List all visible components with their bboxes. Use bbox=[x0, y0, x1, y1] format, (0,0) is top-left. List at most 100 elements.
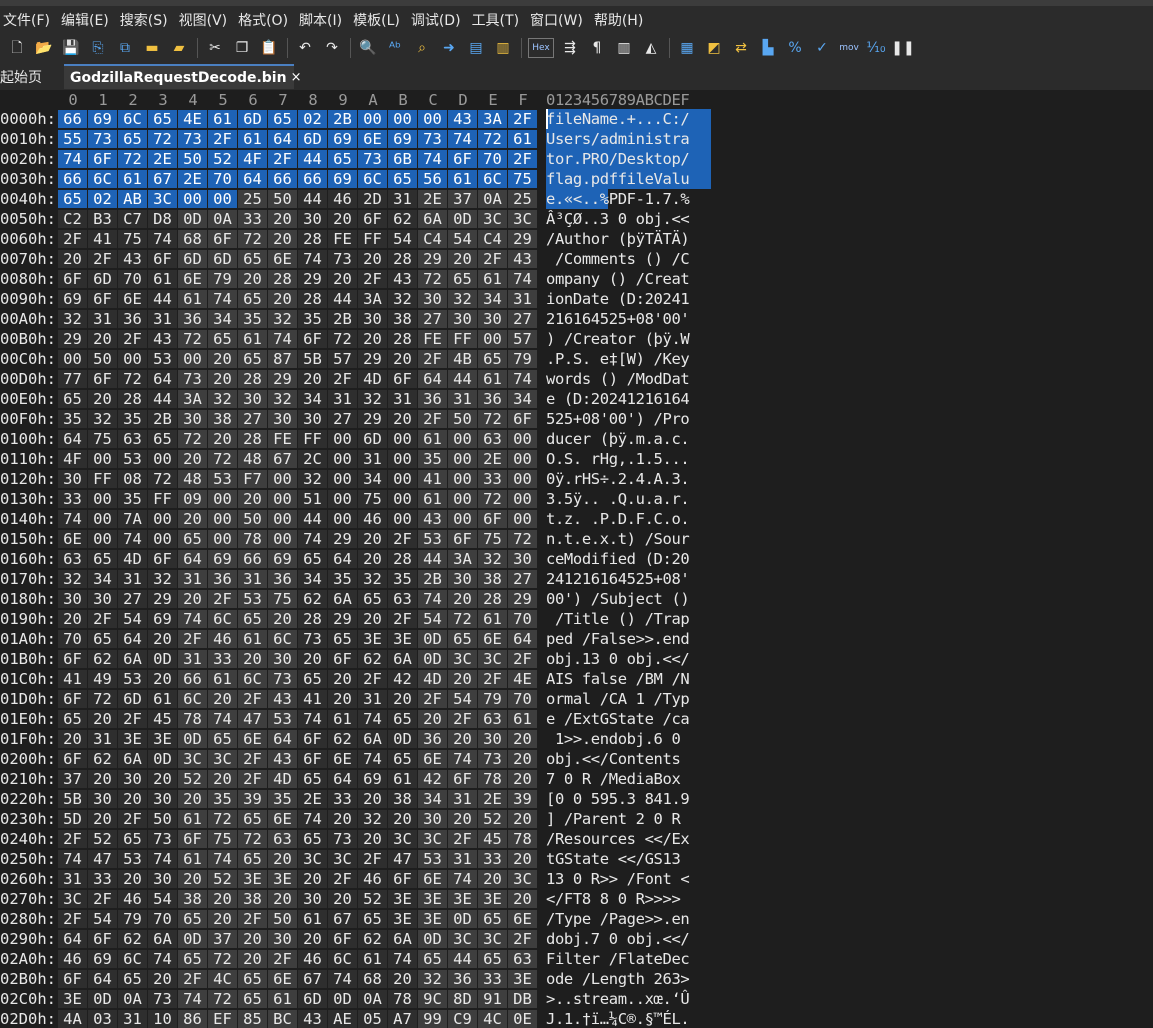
hex-byte[interactable]: 73 bbox=[298, 630, 327, 648]
hex-byte[interactable]: 61 bbox=[448, 170, 477, 188]
hex-byte[interactable]: 30 bbox=[148, 870, 177, 888]
hex-byte[interactable]: 63 bbox=[118, 430, 147, 448]
hex-byte[interactable]: 6F bbox=[148, 250, 177, 268]
hex-byte[interactable]: 67 bbox=[298, 970, 327, 988]
hex-row[interactable]: 0070h: 20 2F 43 6F 6D 6D 65 6E 74 73 20 28 29 20 2F 43 /… bbox=[0, 249, 1153, 269]
hex-byte[interactable]: 6F bbox=[328, 930, 357, 948]
redo-icon[interactable]: ↷ bbox=[321, 37, 343, 59]
ascii-text[interactable]: O.S. rHg,.1.5... bbox=[546, 449, 711, 469]
hex-byte[interactable]: 9C bbox=[418, 990, 447, 1008]
tab-start-page[interactable]: 起始页 bbox=[0, 64, 42, 89]
hex-byte[interactable]: 65 bbox=[148, 110, 177, 128]
hex-byte[interactable]: 6A bbox=[388, 650, 417, 668]
ascii-text[interactable]: 525+08'00') /Pro bbox=[546, 409, 711, 429]
hex-byte[interactable]: 20 bbox=[148, 630, 177, 648]
hex-byte[interactable]: 49 bbox=[88, 670, 117, 688]
hex-byte[interactable]: 30 bbox=[58, 590, 87, 608]
hex-row[interactable]: 0270h: 3C 2F 46 54 38 20 38 20 30 20 52 3E 3E 3E 3E 20 </… bbox=[0, 889, 1153, 909]
hex-byte[interactable]: 65 bbox=[88, 550, 117, 568]
hex-byte[interactable]: 36 bbox=[118, 310, 147, 328]
hex-byte[interactable]: 5D bbox=[58, 810, 87, 828]
hex-byte[interactable]: 00 bbox=[388, 430, 417, 448]
hex-row[interactable]: 02C0h: 3E 0D 0A 73 74 72 65 61 6D 0D 0A 78 9C 8D 91 DB >.… bbox=[0, 989, 1153, 1009]
percent-icon[interactable]: % bbox=[784, 37, 806, 59]
hex-byte[interactable]: 29 bbox=[418, 250, 447, 268]
hex-byte[interactable]: 43 bbox=[298, 1010, 327, 1028]
menu-item-6[interactable]: 模板(L) bbox=[350, 10, 408, 30]
hex-byte[interactable]: 74 bbox=[208, 850, 237, 868]
hex-byte[interactable]: 64 bbox=[328, 770, 357, 788]
hex-byte[interactable]: 69 bbox=[148, 610, 177, 628]
hex-row[interactable]: 0200h: 6F 62 6A 0D 3C 3C 2F 43 6F 6E 74 65 6E 74 73 20 ob… bbox=[0, 749, 1153, 769]
hex-byte[interactable]: 69 bbox=[208, 550, 237, 568]
hex-byte[interactable]: 74 bbox=[358, 750, 387, 768]
hex-byte[interactable]: 65 bbox=[268, 110, 297, 128]
hex-byte[interactable]: 65 bbox=[238, 990, 267, 1008]
hex-byte[interactable]: 50 bbox=[238, 510, 267, 528]
replace-icon[interactable]: ᴬᵇ bbox=[384, 37, 406, 59]
hex-byte[interactable]: 20 bbox=[448, 250, 477, 268]
hex-byte[interactable]: 74 bbox=[208, 290, 237, 308]
hex-byte[interactable]: 29 bbox=[148, 590, 177, 608]
ascii-text[interactable]: </FT8 8 0 R>>>> bbox=[546, 889, 711, 909]
ascii-text[interactable]: >..stream..xœ.‘Û bbox=[546, 989, 711, 1009]
hex-byte[interactable]: 72 bbox=[418, 270, 447, 288]
hex-byte[interactable]: 3C bbox=[418, 830, 447, 848]
hex-byte[interactable]: 30 bbox=[298, 410, 327, 428]
hex-byte[interactable]: 00 bbox=[508, 510, 537, 528]
hex-byte[interactable]: 20 bbox=[148, 670, 177, 688]
hex-byte[interactable]: 00 bbox=[508, 470, 537, 488]
hex-byte[interactable]: 36 bbox=[208, 570, 237, 588]
hex-byte[interactable]: 6F bbox=[88, 370, 117, 388]
hex-byte[interactable]: 2D bbox=[358, 190, 387, 208]
hex-byte[interactable]: 31 bbox=[358, 450, 387, 468]
hex-byte[interactable]: 32 bbox=[88, 410, 117, 428]
hex-row[interactable]: 0150h: 6E 00 74 00 65 00 78 00 74 29 20 2F 53 6F 75 72 n.… bbox=[0, 529, 1153, 549]
hex-byte[interactable]: 62 bbox=[118, 930, 147, 948]
hex-byte[interactable]: 30 bbox=[298, 890, 327, 908]
hex-byte[interactable]: 2F bbox=[238, 770, 267, 788]
hex-row[interactable]: 0250h: 74 47 53 74 61 74 65 20 3C 3C 2F 47 53 31 33 20 tG… bbox=[0, 849, 1153, 869]
hex-byte[interactable]: 0D bbox=[178, 930, 207, 948]
hex-byte[interactable]: 31 bbox=[178, 650, 207, 668]
folder-icon[interactable]: ▬ bbox=[141, 37, 163, 59]
hex-byte[interactable]: 3C bbox=[178, 750, 207, 768]
hex-byte[interactable]: 2F bbox=[178, 630, 207, 648]
hex-byte[interactable]: 20 bbox=[268, 230, 297, 248]
hex-byte[interactable]: 65 bbox=[208, 730, 237, 748]
hex-byte[interactable]: 66 bbox=[238, 550, 267, 568]
hex-byte[interactable]: 69 bbox=[388, 130, 417, 148]
hex-byte[interactable]: 3E bbox=[388, 890, 417, 908]
hex-byte[interactable]: 72 bbox=[238, 830, 267, 848]
menu-item-3[interactable]: 视图(V) bbox=[176, 10, 236, 30]
hex-row[interactable]: 0120h: 30 FF 08 72 48 53 F7 00 32 00 34 00 41 00 33 00 0ÿ… bbox=[0, 469, 1153, 489]
menu-item-8[interactable]: 工具(T) bbox=[469, 10, 527, 30]
hex-byte[interactable]: 4D bbox=[418, 670, 447, 688]
hex-byte[interactable]: 27 bbox=[238, 410, 267, 428]
hex-byte[interactable]: 20 bbox=[118, 870, 147, 888]
hex-byte[interactable]: 00 bbox=[388, 490, 417, 508]
hex-byte[interactable]: 31 bbox=[388, 390, 417, 408]
hex-byte[interactable]: 6E bbox=[508, 910, 537, 928]
ascii-text[interactable]: obj.<</Contents bbox=[546, 749, 711, 769]
hex-byte[interactable]: 63 bbox=[58, 550, 87, 568]
hex-byte[interactable]: 2F bbox=[238, 750, 267, 768]
hex-byte[interactable]: 20 bbox=[448, 590, 477, 608]
hex-byte[interactable]: 53 bbox=[418, 850, 447, 868]
open-folder-icon[interactable]: 📂 bbox=[33, 37, 55, 59]
goto-icon[interactable]: ➜ bbox=[438, 37, 460, 59]
hex-byte[interactable]: 63 bbox=[478, 710, 507, 728]
hex-byte[interactable]: 6F bbox=[58, 750, 87, 768]
hex-row[interactable]: 01D0h: 6F 72 6D 61 6C 20 2F 43 41 20 31 20 2F 54 79 70 or… bbox=[0, 689, 1153, 709]
hex-byte[interactable]: 6F bbox=[58, 970, 87, 988]
hex-row[interactable]: 0040h: 65 02 AB 3C 00 00 25 50 44 46 2D 31 2E 37 0A 25 e.… bbox=[0, 189, 1153, 209]
hex-byte[interactable]: 2F bbox=[508, 110, 537, 128]
hex-byte[interactable]: 74 bbox=[58, 150, 87, 168]
hex-byte[interactable]: 31 bbox=[358, 690, 387, 708]
hex-byte[interactable]: 73 bbox=[178, 370, 207, 388]
hex-byte[interactable]: 31 bbox=[388, 190, 417, 208]
hex-byte[interactable]: 6D bbox=[208, 250, 237, 268]
hex-byte[interactable]: 74 bbox=[388, 950, 417, 968]
hex-byte[interactable]: 6A bbox=[118, 750, 147, 768]
hex-byte[interactable]: 20 bbox=[178, 870, 207, 888]
